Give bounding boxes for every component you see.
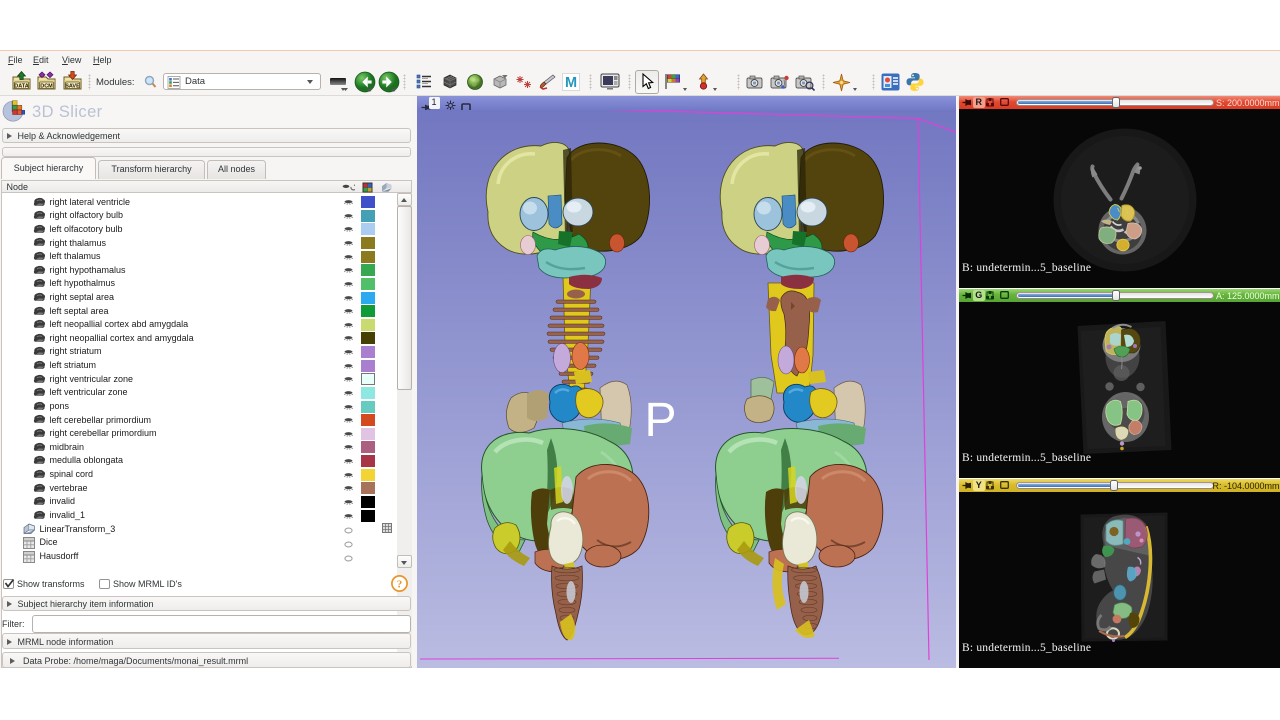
svg-text:DCM: DCM <box>40 83 53 89</box>
svg-text:?: ? <box>397 579 403 591</box>
svg-text:M: M <box>565 75 577 91</box>
svg-text:SAVE: SAVE <box>65 83 80 89</box>
svg-text:DATA: DATA <box>14 83 28 89</box>
